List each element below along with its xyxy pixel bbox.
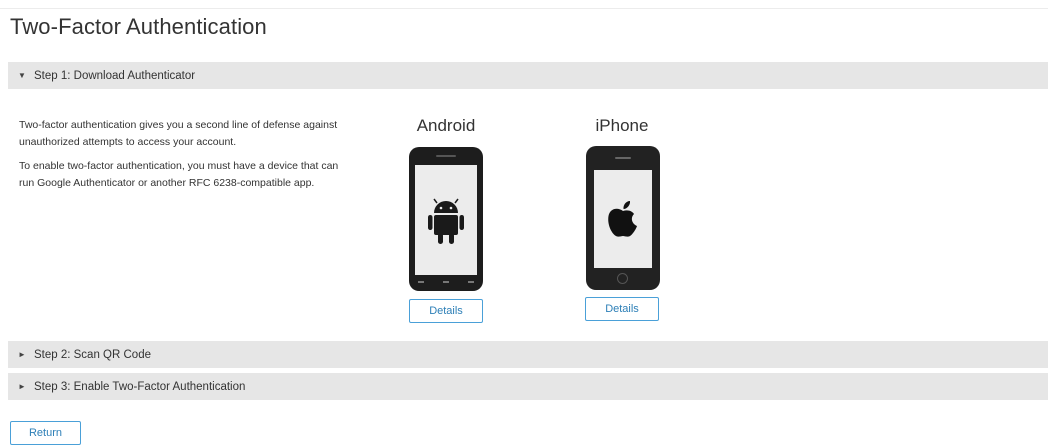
- phone-screen: [415, 165, 477, 275]
- page-title: Two-Factor Authentication: [10, 14, 267, 39]
- collapsed-arrow-icon: ►: [18, 350, 26, 359]
- android-label: Android: [416, 116, 476, 135]
- collapsed-arrow-icon: ►: [18, 382, 26, 391]
- description-paragraph-2: To enable two-factor authentication, you…: [19, 160, 339, 189]
- phone-screen: [594, 170, 652, 268]
- iphone-details-button[interactable]: Details: [585, 297, 659, 321]
- apple-icon: [608, 201, 637, 237]
- step-1-label: Step 1: Download Authenticator: [34, 69, 196, 82]
- android-phone-image: [409, 147, 483, 291]
- android-details-button[interactable]: Details: [409, 299, 483, 323]
- phone-speaker: [436, 155, 456, 157]
- expanded-arrow-icon: ▼: [18, 71, 26, 80]
- top-divider: [0, 8, 1048, 9]
- step-2-header[interactable]: ► Step 2: Scan QR Code: [8, 341, 1048, 368]
- android-icon: [428, 198, 464, 244]
- step-2-label: Step 2: Scan QR Code: [34, 348, 151, 361]
- step-3-header[interactable]: ► Step 3: Enable Two-Factor Authenticati…: [8, 373, 1048, 400]
- description-paragraph-1: Two-factor authentication gives you a se…: [19, 119, 338, 148]
- return-button[interactable]: Return: [10, 421, 81, 445]
- step-1-header[interactable]: ▼ Step 1: Download Authenticator: [8, 62, 1048, 89]
- phone-speaker: [615, 157, 631, 159]
- phone-nav-bar: [409, 277, 483, 287]
- iphone-label: iPhone: [595, 116, 649, 135]
- step-1-description: Two-factor authentication gives you a se…: [19, 117, 349, 199]
- step-3-label: Step 3: Enable Two-Factor Authentication: [34, 380, 246, 393]
- home-button-icon: [617, 273, 628, 284]
- iphone-phone-image: [586, 146, 660, 290]
